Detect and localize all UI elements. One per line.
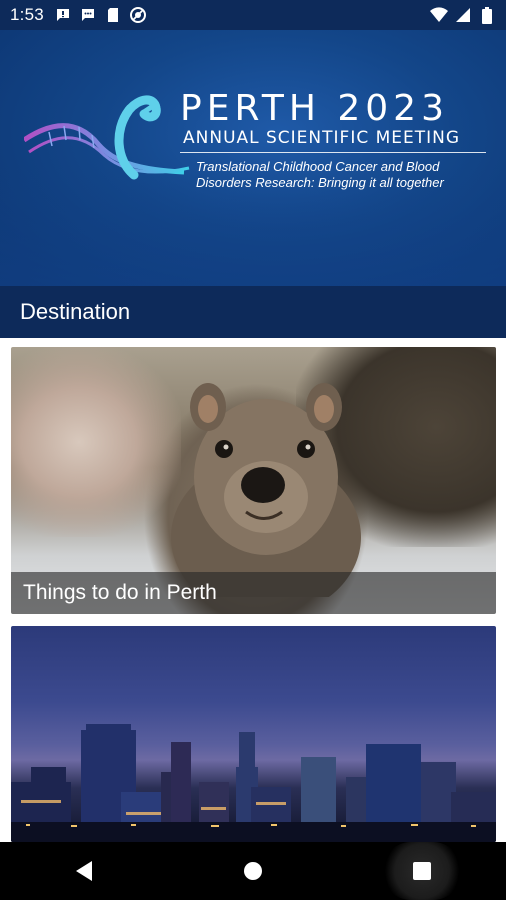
- message-icon: [79, 6, 97, 24]
- battery-icon: [478, 6, 496, 24]
- quokka-illustration: [171, 383, 361, 597]
- banner-tagline-line2: Disorders Research: Bringing it all toge…: [196, 175, 444, 190]
- banner-divider: [180, 152, 486, 153]
- system-icons: [430, 6, 496, 24]
- conference-banner: PERTH 2023 ANNUAL SCIENTIFIC MEETING Tra…: [0, 30, 506, 286]
- wifi-icon: [430, 6, 448, 24]
- page-title: Destination: [0, 286, 506, 338]
- banner-title: PERTH 2023: [180, 88, 449, 129]
- recents-button[interactable]: [381, 842, 462, 900]
- notification-icons: [54, 6, 147, 24]
- skyline-illustration: [11, 724, 496, 842]
- status-time: 1:53: [10, 5, 44, 24]
- system-navigation-bar: [0, 842, 506, 900]
- card-things-to-do[interactable]: Things to do in Perth: [11, 347, 496, 614]
- photo-background-people: [11, 347, 181, 537]
- banner-tagline: Translational Childhood Cancer and Blood…: [196, 159, 496, 191]
- back-icon: [76, 861, 93, 881]
- status-bar: 1:53: [0, 0, 506, 30]
- banner-subtitle: ANNUAL SCIENTIFIC MEETING: [183, 128, 461, 148]
- back-button[interactable]: [44, 842, 124, 900]
- card-perth-skyline[interactable]: [11, 626, 496, 842]
- recents-icon: [412, 862, 431, 880]
- home-icon: [243, 862, 262, 880]
- swan-dna-logo: [24, 95, 190, 180]
- signal-icon: [454, 6, 472, 24]
- message-icon: [54, 6, 72, 24]
- home-button[interactable]: [213, 842, 293, 900]
- perth-skyline-photo: [11, 626, 496, 842]
- banner-tagline-line1: Translational Childhood Cancer and Blood: [196, 159, 440, 174]
- sim-card-icon: [104, 6, 122, 24]
- do-not-disturb-icon: [129, 6, 147, 24]
- card-caption: Things to do in Perth: [11, 572, 496, 614]
